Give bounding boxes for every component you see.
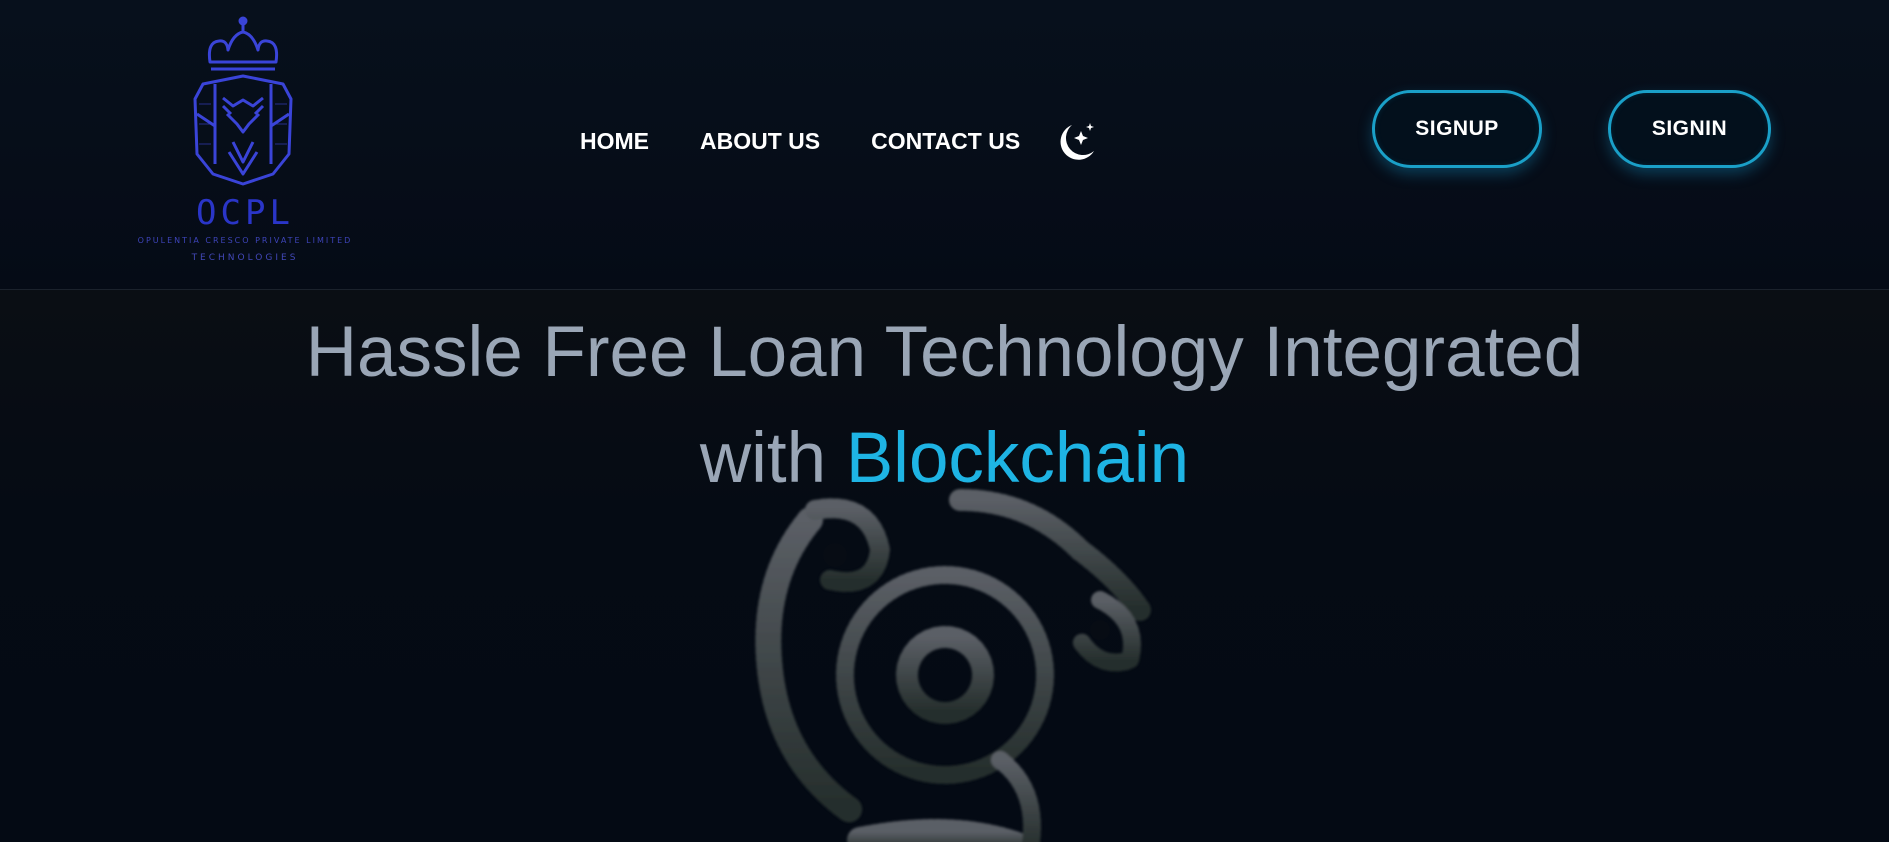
hero-title-line1: Hassle Free Loan Technology Integrated <box>305 313 1584 392</box>
main-nav: HOME ABOUT US CONTACT US <box>580 126 1040 156</box>
logo-company-name: OPULENTIA CRESCO PRIVATE LIMITED <box>137 236 353 245</box>
logo-abbreviation: OCPL <box>196 193 294 233</box>
nav-home[interactable]: HOME <box>580 126 649 156</box>
signin-button[interactable]: SIGNIN <box>1608 90 1771 168</box>
blockchain-particle-icon <box>755 489 1151 842</box>
logo-tagline: TECHNOLOGIES <box>191 253 299 263</box>
signup-button[interactable]: SIGNUP <box>1372 90 1542 168</box>
site-header: OCPL OPULENTIA CRESCO PRIVATE LIMITED TE… <box>0 0 1889 290</box>
nav-contact-us[interactable]: CONTACT US <box>871 126 1020 156</box>
company-logo[interactable]: OCPL OPULENTIA CRESCO PRIVATE LIMITED TE… <box>115 14 375 269</box>
moon-stars-icon <box>1060 123 1094 160</box>
nav-about-us[interactable]: ABOUT US <box>700 126 820 156</box>
theme-toggle-button[interactable] <box>1054 121 1098 165</box>
hero-section: Hassle Free Loan Technology Integrated w… <box>0 290 1889 842</box>
lion-crown-icon <box>193 16 293 186</box>
